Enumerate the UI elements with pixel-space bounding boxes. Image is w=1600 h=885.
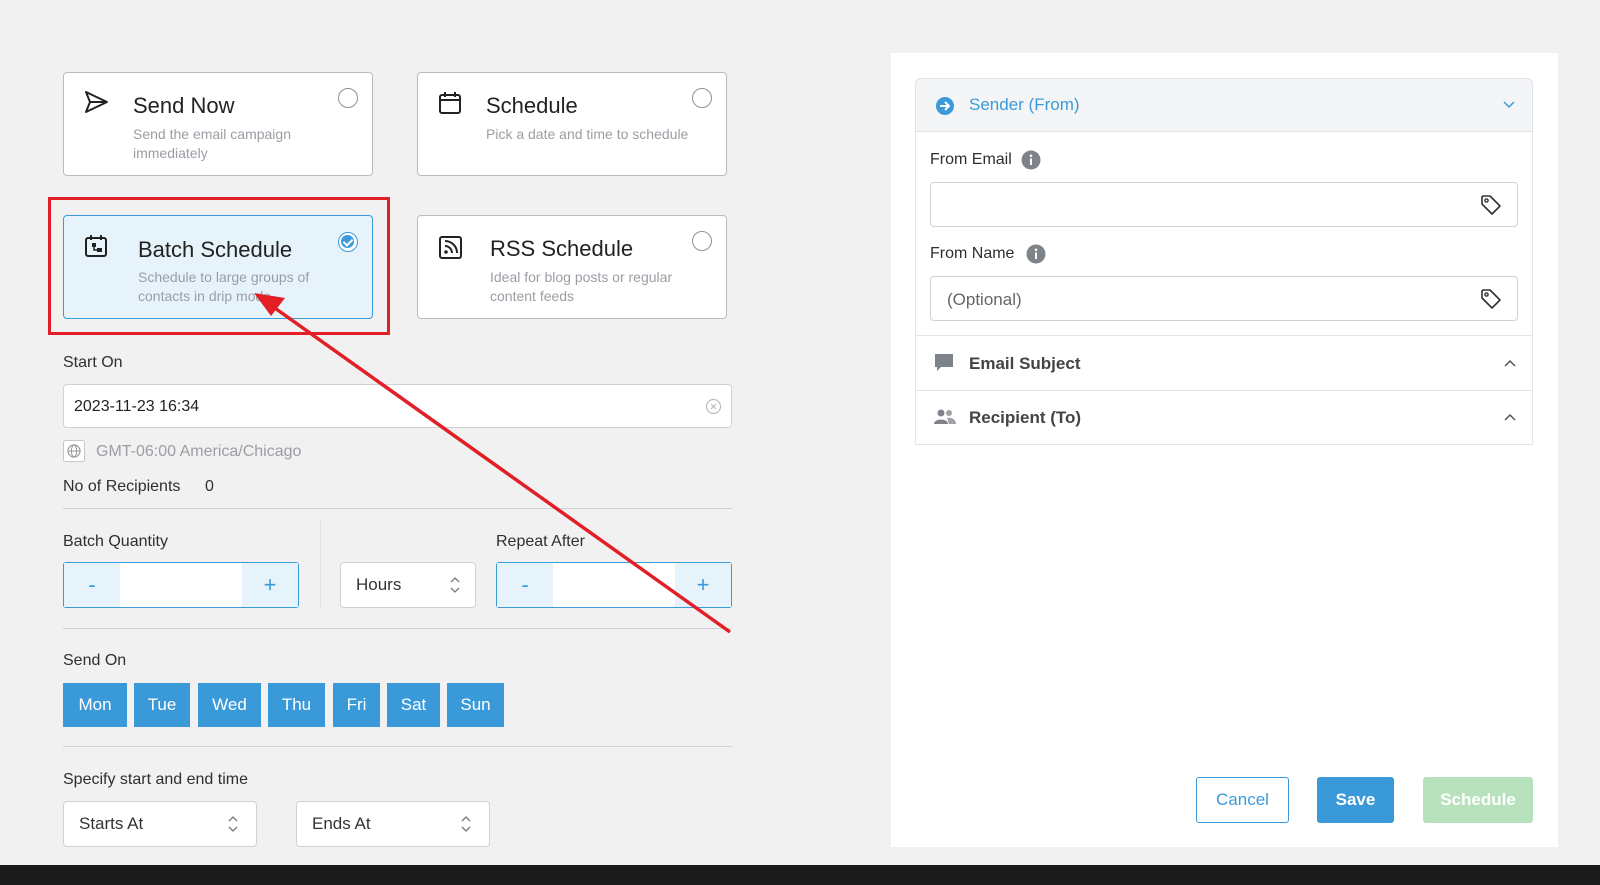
divider — [63, 508, 732, 509]
users-icon — [934, 409, 956, 424]
rss-schedule-card[interactable]: RSS Schedule Ideal for blog posts or reg… — [417, 215, 727, 319]
ends-at-value: Ends At — [312, 814, 371, 833]
rss-schedule-title: RSS Schedule — [490, 236, 634, 261]
from-email-input[interactable] — [930, 182, 1518, 227]
start-on-value: 2023-11-23 16:34 — [74, 398, 200, 415]
batch-quantity-input[interactable] — [120, 563, 242, 607]
from-email-label: From Email — [930, 151, 1012, 168]
email-subject-title: Email Subject — [969, 354, 1081, 373]
bottom-bar — [0, 865, 1600, 885]
day-sat-button[interactable]: Sat — [387, 683, 440, 727]
send-now-radio[interactable] — [338, 88, 358, 108]
chevron-down-icon — [1503, 101, 1515, 109]
send-now-desc: Send the email campaign immediately — [133, 126, 291, 161]
comment-icon — [935, 354, 953, 371]
from-name-input[interactable]: (Optional) — [930, 276, 1518, 321]
unit-select-value: Hours — [356, 575, 402, 594]
divider — [915, 335, 1533, 336]
email-subject-section-header[interactable]: Email Subject — [915, 337, 1533, 391]
day-mon-button[interactable]: Mon — [63, 683, 127, 727]
highlight-box — [48, 197, 390, 335]
repeat-after-stepper[interactable]: - + — [496, 562, 732, 608]
clear-icon[interactable] — [705, 398, 722, 415]
send-now-card[interactable]: Send Now Send the email campaign immedia… — [63, 72, 373, 176]
starts-at-select[interactable]: Starts At — [63, 801, 257, 847]
batch-minus-button[interactable]: - — [64, 563, 120, 607]
sort-chevron-icon — [450, 577, 460, 593]
schedule-desc: Pick a date and time to schedule — [486, 126, 689, 142]
schedule-radio[interactable] — [692, 88, 712, 108]
calendar-icon — [439, 92, 461, 114]
ends-at-select[interactable]: Ends At — [296, 801, 490, 847]
cancel-button[interactable]: Cancel — [1196, 777, 1289, 823]
send-on-label: Send On — [63, 652, 127, 669]
rss-schedule-radio[interactable] — [692, 231, 712, 251]
day-fri-button[interactable]: Fri — [333, 683, 380, 727]
sender-section-title: Sender (From) — [969, 95, 1080, 114]
chevron-up-icon — [1504, 359, 1516, 367]
rss-schedule-desc: Ideal for blog posts or regular content … — [490, 269, 673, 304]
timezone-text: GMT-06:00 America/Chicago — [96, 443, 302, 460]
repeat-plus-button[interactable]: + — [675, 563, 731, 607]
sender-section-header[interactable]: Sender (From) — [915, 78, 1533, 132]
tag-icon[interactable] — [1479, 193, 1503, 217]
recipients-label: No of Recipients — [63, 478, 181, 495]
unit-select[interactable]: Hours — [340, 562, 476, 608]
save-button[interactable]: Save — [1317, 777, 1394, 823]
repeat-after-input[interactable] — [553, 563, 675, 607]
from-name-label: From Name — [930, 245, 1015, 262]
start-on-input[interactable]: 2023-11-23 16:34 — [63, 384, 732, 428]
info-icon — [1021, 150, 1041, 170]
send-now-title: Send Now — [133, 93, 235, 118]
day-tue-button[interactable]: Tue — [134, 683, 190, 727]
time-range-label: Specify start and end time — [63, 771, 248, 788]
day-sun-button[interactable]: Sun — [447, 683, 504, 727]
recipients-count: 0 — [205, 478, 214, 495]
schedule-button[interactable]: Schedule — [1423, 777, 1533, 823]
day-wed-button[interactable]: Wed — [198, 683, 261, 727]
batch-plus-button[interactable]: + — [242, 563, 298, 607]
starts-at-value: Starts At — [79, 814, 144, 833]
divider — [63, 628, 732, 629]
sort-chevron-icon — [461, 816, 471, 832]
info-icon — [1026, 244, 1046, 264]
batch-quantity-stepper[interactable]: - + — [63, 562, 299, 608]
recipient-title: Recipient (To) — [969, 408, 1082, 427]
batch-quantity-label: Batch Quantity — [63, 533, 168, 550]
repeat-after-label: Repeat After — [496, 533, 585, 550]
day-thu-button[interactable]: Thu — [268, 683, 325, 727]
sort-chevron-icon — [228, 816, 238, 832]
divider — [63, 746, 732, 747]
send-icon — [85, 91, 108, 113]
chevron-up-icon — [1504, 413, 1516, 421]
arrow-circle-icon — [936, 97, 954, 115]
vertical-divider — [320, 520, 321, 608]
from-name-placeholder: (Optional) — [947, 290, 1022, 309]
schedule-title: Schedule — [486, 93, 578, 118]
start-on-label: Start On — [63, 354, 123, 371]
tag-icon[interactable] — [1479, 287, 1503, 311]
globe-icon — [63, 440, 85, 462]
rss-icon — [439, 236, 462, 259]
repeat-minus-button[interactable]: - — [497, 563, 553, 607]
schedule-card[interactable]: Schedule Pick a date and time to schedul… — [417, 72, 727, 176]
recipient-section-header[interactable]: Recipient (To) — [915, 391, 1533, 445]
